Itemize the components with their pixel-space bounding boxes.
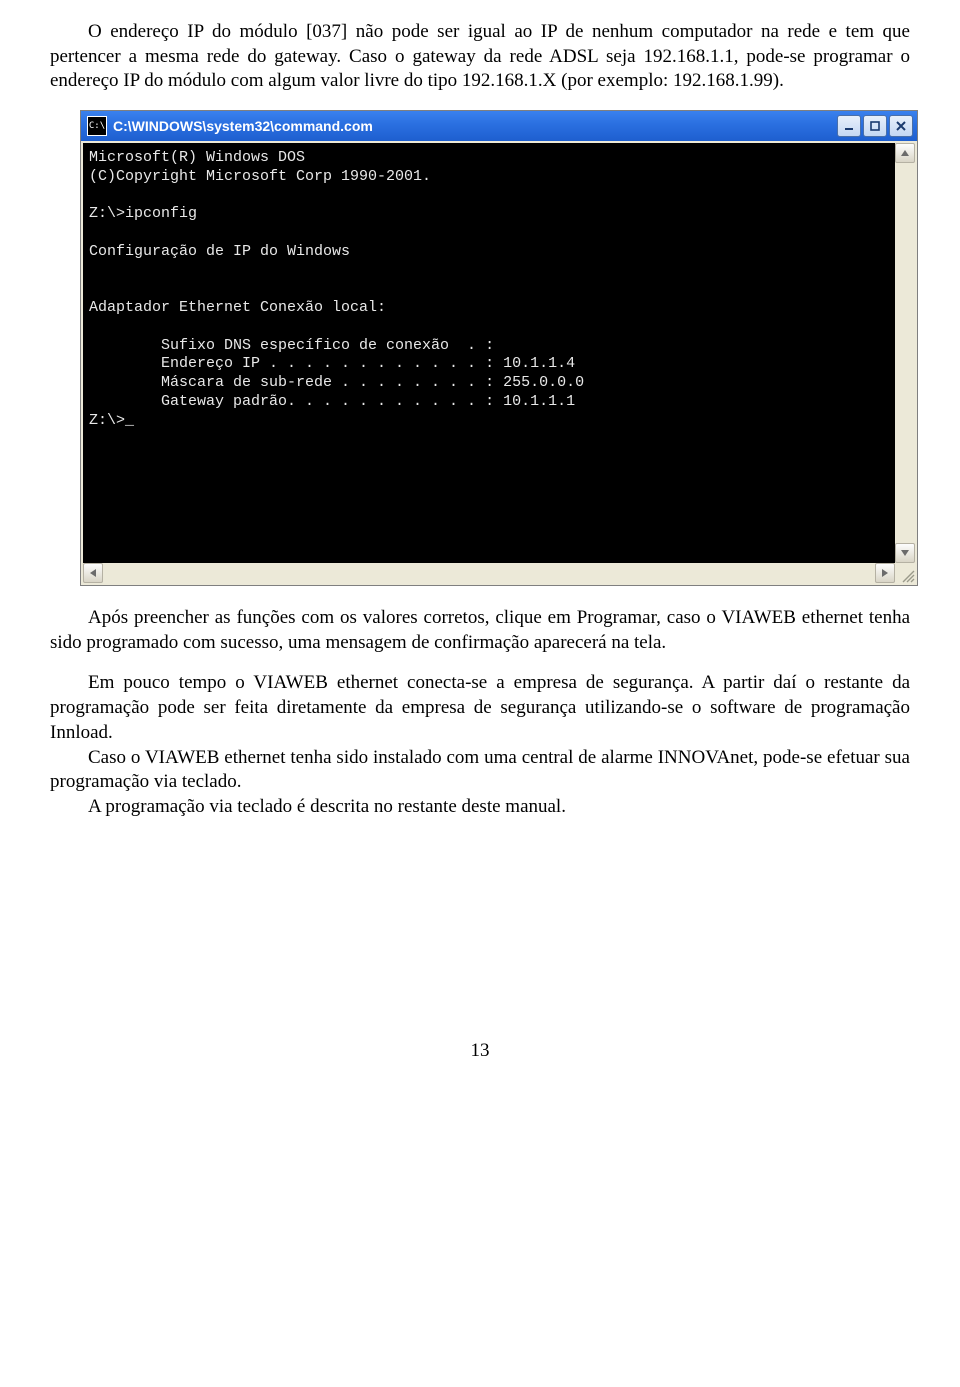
console-output: Microsoft(R) Windows DOS (C)Copyright Mi… <box>83 143 895 563</box>
command-prompt-window: C:\ C:\WINDOWS\system32\command.com Micr… <box>80 110 918 586</box>
resize-grip[interactable] <box>895 563 915 583</box>
paragraph-2-text: Após preencher as funções com os valores… <box>50 607 910 653</box>
paragraph-5: A programação via teclado é descrita no … <box>50 795 910 820</box>
paragraph-3-text: Em pouco tempo o VIAWEB ethernet conecta… <box>50 672 910 742</box>
minimize-button[interactable] <box>837 115 861 137</box>
app-icon: C:\ <box>87 116 107 136</box>
horizontal-scrollbar[interactable] <box>83 563 915 583</box>
paragraph-4-text: Caso o VIAWEB ethernet tenha sido instal… <box>50 747 910 793</box>
paragraph-2: Após preencher as funções com os valores… <box>50 606 910 655</box>
window-title: C:\WINDOWS\system32\command.com <box>113 118 837 134</box>
paragraph-1-text: O endereço IP do módulo [037] não pode s… <box>50 21 910 91</box>
paragraph-4: Caso o VIAWEB ethernet tenha sido instal… <box>50 746 910 795</box>
paragraph-1: O endereço IP do módulo [037] não pode s… <box>50 20 910 94</box>
paragraph-5-text: A programação via teclado é descrita no … <box>88 796 566 817</box>
vertical-scrollbar[interactable] <box>895 143 915 563</box>
page-number: 13 <box>50 1040 910 1062</box>
vertical-scroll-track[interactable] <box>895 163 915 543</box>
window-titlebar[interactable]: C:\ C:\WINDOWS\system32\command.com <box>81 111 917 141</box>
app-icon-text: C:\ <box>89 122 105 131</box>
scroll-left-button[interactable] <box>83 563 103 583</box>
paragraph-3: Em pouco tempo o VIAWEB ethernet conecta… <box>50 671 910 745</box>
maximize-button[interactable] <box>863 115 887 137</box>
close-button[interactable] <box>889 115 913 137</box>
window-controls <box>837 115 913 137</box>
scroll-up-button[interactable] <box>895 143 915 163</box>
scroll-down-button[interactable] <box>895 543 915 563</box>
scroll-right-button[interactable] <box>875 563 895 583</box>
horizontal-scroll-track[interactable] <box>103 563 875 583</box>
